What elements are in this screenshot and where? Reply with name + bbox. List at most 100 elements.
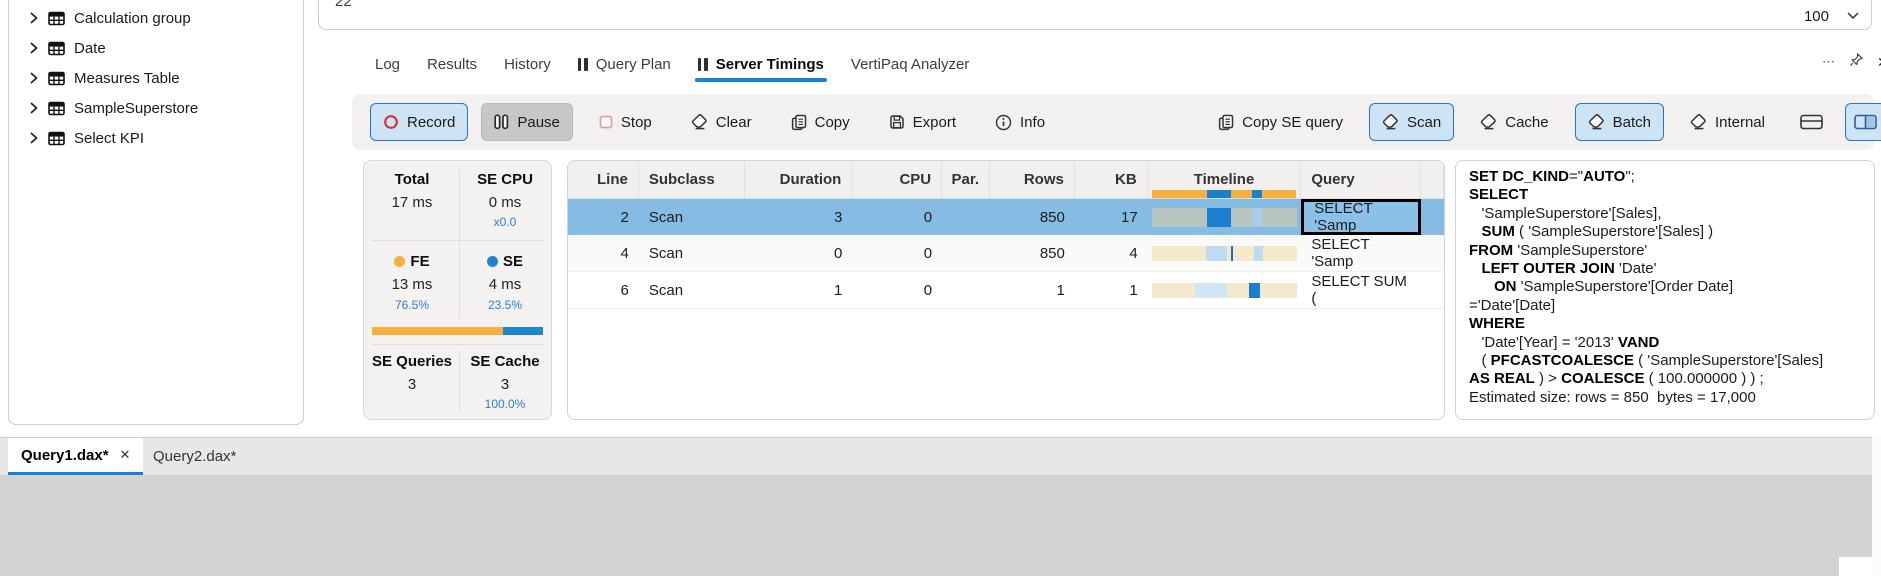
timings-row-line-6[interactable]: 6Scan1011SELECT SUM ( [568,272,1444,309]
eraser-icon [1588,114,1605,130]
chevron-right-icon[interactable] [29,12,39,24]
table-icon [48,71,65,86]
query-text-line: AS REAL ) > COALESCE ( 100.000000 ) ) ; [1469,370,1868,388]
query-text-line: SET DC_KIND="AUTO"; [1469,168,1868,186]
bottom-area: Query1.dax*✕Query2.dax* [0,437,1881,576]
row-limit-control[interactable]: 100 [1804,7,1859,25]
query-text-line: 'SampleSuperstore'[Sales], [1469,205,1868,223]
toolbar-right-group: Copy SE query Scan Cache Batch Internal [1205,103,1881,141]
cell-cpu: 0 [852,199,942,235]
column-header-kb: KB [1075,161,1148,198]
copy-button[interactable]: Copy [778,103,863,141]
export-button[interactable]: Export [876,103,969,141]
timing-summary-panel: Total 17 ms SE CPU 0 ms x0.0 FE 13 ms 76… [363,160,552,420]
tab-log[interactable]: Log [375,56,400,73]
button-label: Batch [1613,114,1651,131]
cell-gutter [1421,272,1444,308]
button-label: Copy [815,114,850,131]
cell-par [942,272,990,308]
tab-label: History [504,56,551,73]
tree-item-label: SampleSuperstore [74,100,198,117]
cell-rows: 1 [990,272,1075,308]
se-color-dot [487,256,498,267]
chevron-right-icon[interactable] [29,42,39,54]
clear-button[interactable]: Clear [678,103,765,141]
doc-tab-query1-dax[interactable]: Query1.dax*✕ [8,438,143,475]
cache-button[interactable]: Cache [1467,103,1561,141]
tab-history[interactable]: History [504,56,551,73]
pane-controls: ⋯ ✕ [1822,52,1881,72]
button-label: Clear [716,114,752,131]
button-label: Scan [1407,114,1441,131]
timeline-segment [1207,190,1231,198]
fe-value: 13 ms [366,276,458,293]
layout-split-vertical-button[interactable] [1845,103,1881,141]
se-value: 4 ms [461,276,549,293]
eraser-icon [1382,114,1399,130]
scrollbar-corner [1839,557,1872,576]
cell-query[interactable]: SELECT 'Samp [1301,199,1421,235]
cell-rows: 850 [990,199,1075,235]
tab-results[interactable]: Results [427,56,477,73]
stop-icon [599,115,613,129]
tree-item-date[interactable]: Date [9,33,303,63]
cell-gutter [1421,235,1444,271]
button-label: Cache [1505,114,1548,131]
chevron-right-icon[interactable] [29,132,39,144]
cell-line: 6 [568,272,639,308]
scan-button[interactable]: Scan [1369,103,1454,141]
chevron-right-icon[interactable] [29,72,39,84]
layout-split-horizontal-button[interactable] [1791,103,1832,141]
fe-bar-segment [372,327,503,335]
se-percent: 23.5% [461,298,549,312]
tree-item-calculation-group[interactable]: Calculation group [9,3,303,33]
info-button[interactable]: Info [982,103,1058,141]
column-header-label: Duration [780,171,842,188]
table-icon [48,131,65,146]
column-header-label: Rows [1024,171,1064,188]
close-tab-icon[interactable]: ✕ [120,447,131,463]
cell-query[interactable]: SELECT SUM ( [1301,272,1421,308]
batch-button[interactable]: Batch [1575,103,1664,141]
doc-tab-query2-dax[interactable]: Query2.dax* [140,438,249,475]
internal-button[interactable]: Internal [1677,103,1778,141]
column-header-cpu: CPU [852,161,942,198]
estimated-size-text: Estimated size: rows = 850 bytes = 17,00… [1469,389,1756,406]
tree-item-select-kpi[interactable]: Select KPI [9,123,303,153]
timings-row-line-2[interactable]: 2Scan3085017SELECT 'Samp [568,199,1444,235]
query-text-line: FROM 'SampleSuperstore' [1469,242,1868,260]
fe-percent: 76.5% [366,298,458,312]
copy-icon [1218,114,1234,131]
close-pane-icon[interactable]: ✕ [1877,54,1881,71]
pause-button[interactable]: Pause [481,103,573,141]
column-header-query: Query [1301,161,1421,198]
grid-body: 2Scan3085017SELECT 'Samp4Scan008504SELEC… [568,199,1444,309]
row-limit-value[interactable]: 100 [1804,8,1829,25]
tab-server-timings[interactable]: Server Timings [698,56,824,73]
eraser-icon [1480,114,1497,130]
tree-item-label: Measures Table [74,70,180,87]
tab-query-plan[interactable]: Query Plan [578,56,671,73]
stop-button[interactable]: Stop [586,103,665,141]
fe-se-ratio-bar [372,327,543,335]
column-header-label: Query [1311,171,1354,188]
cell-kb: 17 [1075,199,1148,235]
timings-row-line-4[interactable]: 4Scan008504SELECT 'Samp [568,235,1444,272]
cell-query[interactable]: SELECT 'Samp [1301,235,1421,271]
tab-vertipaq-analyzer[interactable]: VertiPaq Analyzer [851,56,969,73]
cell-duration: 1 [745,272,853,308]
fe-color-dot [394,256,405,267]
tree-item-measures-table[interactable]: Measures Table [9,63,303,93]
copy-se-query-button[interactable]: Copy SE query [1205,103,1356,141]
tree-item-samplesuperstore[interactable]: SampleSuperstore [9,93,303,123]
pin-icon[interactable] [1849,52,1864,72]
overflow-menu-icon[interactable]: ⋯ [1822,54,1836,70]
record-button[interactable]: Record [370,103,468,141]
timeline-bar [1152,208,1298,227]
column-header-line: Line [568,161,639,198]
table-icon [48,11,65,26]
se-query-text: SET DC_KIND="AUTO";SELECT 'SampleSuperst… [1469,168,1868,389]
chevron-down-icon[interactable] [1847,7,1859,25]
cell-rows: 850 [990,235,1075,271]
chevron-right-icon[interactable] [29,102,39,114]
